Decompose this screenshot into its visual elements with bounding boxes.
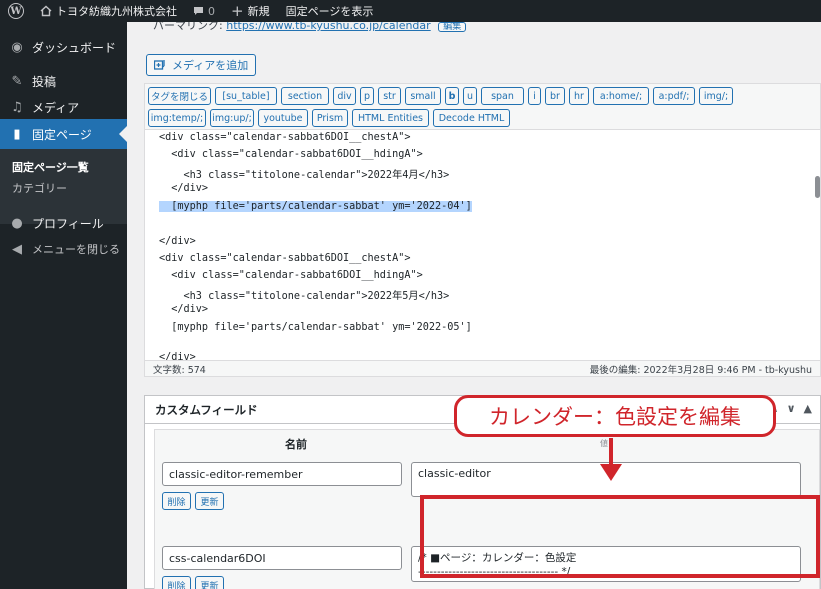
delete-field-button[interactable]: 削除 [162,492,191,510]
submenu-all-pages[interactable]: 固定ページ一覧 [12,159,89,175]
permalink-url[interactable]: https://www.tb-kyushu.co.jp/calendar [226,22,430,32]
last-edit-info: 最後の編集: 2022年3月28日 9:46 PM - tb-kyushu [589,364,812,376]
qt-img[interactable]: img/; [699,87,733,105]
qt-a-pdf[interactable]: a:pdf/; [653,87,695,105]
qt-span[interactable]: span [481,87,524,105]
collapse-icon: ◀ [12,241,22,257]
add-media-button[interactable]: メディアを追加 [146,54,257,76]
qt-p[interactable]: p [360,87,374,105]
code-line: </div> [159,236,196,247]
annotation-callout: カレンダー：色設定を編集 [454,395,776,437]
quicktags-toolbar: タグを閉じる [su_table] section div p str smal… [144,83,821,129]
qt-html-entities[interactable]: HTML Entities [352,109,429,127]
submenu-categories[interactable]: カテゴリー [12,180,67,196]
editor-status-bar: 文字数: 574 最後の編集: 2022年3月28日 9:46 PM - tb-… [144,360,821,377]
qt-a-home[interactable]: a:home/; [593,87,649,105]
editor-scrollbar[interactable] [815,176,820,198]
code-line: <div class="calendar-sabbat6DOI__hdingA"… [159,270,423,281]
menu-collapse[interactable]: ◀ メニューを閉じる [0,234,127,264]
code-line: <div class="calendar-sabbat6DOI__hdingA"… [159,149,423,160]
pin-icon: ✎ [11,73,23,89]
name-column-header: 名前 [285,438,307,451]
code-line: <h3 class="titolone-calendar">2022年4月</h… [159,170,450,181]
comments-menu[interactable]: 0 [185,0,223,22]
qt-br[interactable]: br [545,87,565,105]
qt-section[interactable]: section [281,87,329,105]
html-editor-textarea[interactable]: <div class="calendar-sabbat6DOI__chestA"… [144,129,821,377]
qt-small[interactable]: small [405,87,441,105]
new-content-menu[interactable]: + 新規 [223,0,278,22]
qt-su-table[interactable]: [su_table] [215,87,277,105]
qt-prism[interactable]: Prism [312,109,348,127]
qt-div[interactable]: div [333,87,356,105]
admin-sidebar: ◉ ダッシュボード ✎ 投稿 ♫ メディア ▮ 固定ページ 固定ページ一覧 カテ… [0,22,127,589]
view-page-link[interactable]: 固定ページを表示 [278,0,382,22]
qt-img-up[interactable]: img:up/; [210,109,254,127]
new-label: 新規 [247,5,270,18]
menu-media-label: メディア [32,100,80,115]
code-line: <h3 class="titolone-calendar">2022年5月</h… [159,291,450,302]
update-field-button[interactable]: 更新 [195,492,224,510]
code-line: </div> [159,304,209,315]
selected-code-line: [myphp file='parts/calendar-sabbat' ym='… [159,201,472,212]
permalink-row: パーマリンク: https://www.tb-kyushu.co.jp/cale… [153,22,467,36]
site-name-menu[interactable]: トヨタ紡織九州株式会社 [32,0,185,22]
custom-field-value-textarea[interactable]: classic-editor [411,462,801,497]
qt-img-temp[interactable]: img:temp/; [148,109,206,127]
code-line: <div class="calendar-sabbat6DOI__chestA"… [159,253,411,264]
media-add-icon [154,60,165,70]
comment-icon [194,7,203,15]
delete-field-button[interactable]: 削除 [162,576,191,589]
user-icon: ● [11,215,23,231]
site-name: トヨタ紡織九州株式会社 [56,5,177,18]
qt-close-tags[interactable]: タグを閉じる [148,87,211,105]
home-icon [40,5,52,17]
qt-u[interactable]: u [463,87,477,105]
plus-icon: + [231,1,244,20]
update-field-button[interactable]: 更新 [195,576,224,589]
wordpress-icon: W [8,3,24,19]
toggle-panel-icon[interactable]: ▲ [804,402,812,415]
custom-fields-title: カスタムフィールド [155,402,258,417]
qt-b[interactable]: b [445,87,459,105]
metabox-controls: ∧ ∨ ▲ [770,402,812,415]
code-line: </div> [159,183,209,194]
add-media-label: メディアを追加 [172,59,249,72]
permalink-edit-button[interactable]: 編集 [438,22,467,32]
menu-collapse-label: メニューを閉じる [32,243,120,256]
menu-dashboard-label: ダッシュボード [32,40,117,55]
custom-field-name-input[interactable]: classic-editor-remember [162,462,402,486]
word-count: 文字数: 574 [153,364,206,376]
qt-youtube[interactable]: youtube [258,109,308,127]
code-line: <div class="calendar-sabbat6DOI__chestA"… [159,132,411,143]
qt-decode-html[interactable]: Decode HTML [433,109,510,127]
menu-dashboard[interactable]: ◉ ダッシュボード [0,32,127,62]
qt-hr[interactable]: hr [569,87,589,105]
wp-logo-menu[interactable]: W [0,0,32,22]
comments-count: 0 [208,4,215,18]
custom-field-name-input[interactable]: css-calendar6DOI [162,546,402,570]
menu-pages-label: 固定ページ [32,127,92,142]
menu-posts-label: 投稿 [32,74,57,89]
qt-i[interactable]: i [528,87,541,105]
permalink-label: パーマリンク: [153,22,223,32]
qt-str[interactable]: str [378,87,401,105]
move-down-icon[interactable]: ∨ [787,402,796,415]
page-icon: ▮ [13,126,21,142]
menu-pages[interactable]: ▮ 固定ページ [0,119,127,149]
media-icon: ♫ [11,99,23,115]
menu-profile-label: プロフィール [32,216,104,231]
view-page-label: 固定ページを表示 [285,5,374,18]
code-line: [myphp file='parts/calendar-sabbat' ym='… [159,322,472,333]
menu-media[interactable]: ♫ メディア [0,92,127,122]
dashboard-icon: ◉ [11,39,23,55]
annotation-highlight-box [420,495,820,578]
admin-bar: W トヨタ紡織九州株式会社 0 + 新規 固定ページを表示 [0,0,821,22]
value-column-header: 値 [600,439,608,448]
